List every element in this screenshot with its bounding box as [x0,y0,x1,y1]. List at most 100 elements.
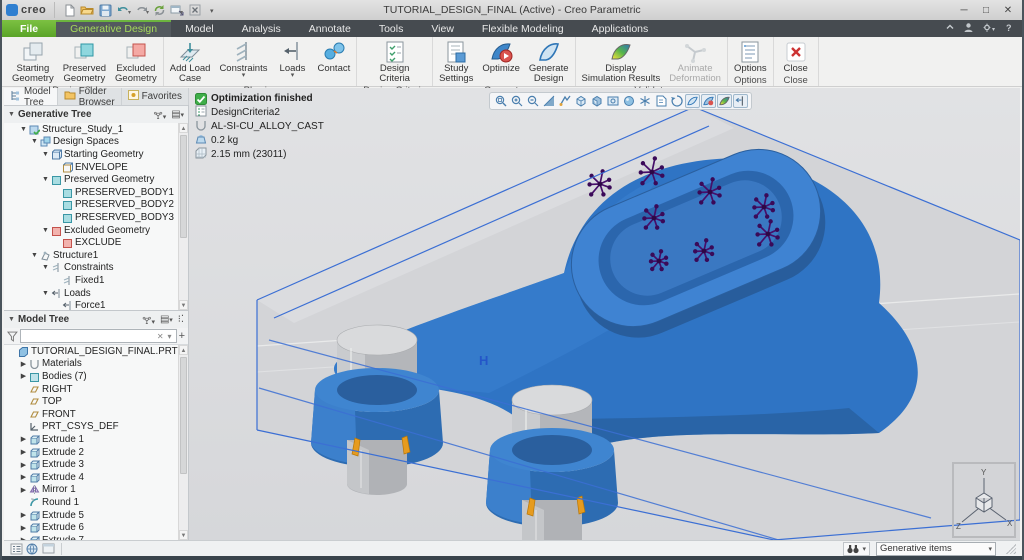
filter-funnel-icon[interactable] [7,331,18,342]
tree-expander-icon[interactable]: ▶ [19,511,28,519]
browser-icon[interactable] [24,542,40,556]
close-window-icon[interactable] [187,3,203,18]
tree-expander-icon[interactable]: ▼ [41,264,50,271]
tree-item-structure1[interactable]: ▼Structure1 [4,249,188,262]
add-load-case-button[interactable]: Add Load Case [166,38,215,84]
tab-flexible-modeling[interactable]: Flexible Modeling [468,20,578,37]
generate-design-button[interactable]: Generate Design [525,38,573,84]
tree-filters-icon[interactable]: 🝖▾ [142,309,155,330]
model-tree-scrollbar[interactable]: ▲▼ [178,345,188,540]
datum-filters-icon[interactable] [637,94,652,108]
tab-generative-design[interactable]: Generative Design [56,20,171,37]
tree-expander-icon[interactable]: ▼ [19,126,28,133]
resize-grip[interactable] [1006,544,1016,554]
graphics-area[interactable]: H Optimization finished DesignCriteria2A… [189,88,1020,540]
options-button[interactable]: Options [730,38,771,74]
tree-item-starting-geometry[interactable]: ▼Starting Geometry [4,148,188,161]
tree-item-preserved-body3[interactable]: PRESERVED_BODY3 [4,211,188,224]
tree-expander-icon[interactable]: ▼ [41,290,50,297]
appearances-icon[interactable] [621,94,636,108]
tree-columns-icon[interactable]: ⁝⁚ [178,314,184,325]
tree-expander-icon[interactable]: ▶ [19,435,28,443]
panel-tab-favorites[interactable]: Favorites [122,88,189,105]
tree-item-excluded-geometry[interactable]: ▼Excluded Geometry [4,224,188,237]
preserved-geometry-button[interactable]: Preserved Geometry [59,38,110,84]
tree-expander-icon[interactable]: ▶ [19,473,28,481]
settings-icon[interactable]: ▾ [982,22,997,36]
tree-item-extrude-2[interactable]: ▶Extrude 2 [4,446,188,459]
tree-item-preserved-geometry[interactable]: ▼Preserved Geometry [4,173,188,186]
close-button[interactable]: Close [776,38,816,74]
help-icon[interactable]: ? [1005,22,1014,36]
constraints-button[interactable]: Constraints▾ [215,38,271,78]
tree-item-mirror-1[interactable]: ▶Mirror 1 [4,484,188,497]
tree-item-exclude[interactable]: EXCLUDE [4,236,188,249]
tree-expander-icon[interactable]: ▼ [41,151,50,158]
redo-icon[interactable]: ▾ [133,3,149,18]
tree-item-structure-study-1[interactable]: ▼Structure_Study_1 [4,123,188,136]
tab-tools[interactable]: Tools [365,20,418,37]
regenerate-icon[interactable] [151,3,167,18]
excluded-geometry-button[interactable]: Excluded Geometry [111,38,161,84]
tree-item-extrude-3[interactable]: ▶Extrude 3 [4,458,188,471]
new-file-icon[interactable] [61,3,77,18]
tree-item-extrude-6[interactable]: ▶Extrude 6 [4,521,188,534]
tab-file[interactable]: File [2,20,56,37]
preview-design-icon[interactable] [685,94,700,108]
tab-analysis[interactable]: Analysis [228,20,295,37]
save-icon[interactable] [97,3,113,18]
tree-item-extrude-1[interactable]: ▶Extrude 1 [4,433,188,446]
tree-item-materials[interactable]: ▶Materials [4,358,188,371]
tree-expander-icon[interactable]: ▼ [30,138,39,145]
tree-settings-icon[interactable]: ▤▾ [171,109,184,120]
tree-item-top[interactable]: TOP [4,395,188,408]
zoom-region-icon[interactable] [493,94,508,108]
tree-item-preserved-body1[interactable]: PRESERVED_BODY1 [4,186,188,199]
loads-button[interactable]: Loads▾ [273,38,313,78]
tree-item-extrude-5[interactable]: ▶Extrude 5 [4,509,188,522]
tree-item-extrude-4[interactable]: ▶Extrude 4 [4,471,188,484]
refit-icon[interactable] [541,94,556,108]
optimize-result-icon[interactable] [701,94,716,108]
tree-item-bodies-7-[interactable]: ▶Bodies (7) [4,370,188,383]
list-view-icon[interactable] [8,542,24,556]
panel-tab-folder-browser[interactable]: Folder Browser [58,88,122,105]
search-options-caret-icon[interactable]: ▾ [166,332,174,341]
find-tool[interactable]: ▾ [843,542,870,556]
tab-view[interactable]: View [417,20,468,37]
tree-item-right[interactable]: RIGHT [4,383,188,396]
tree-item-envelope[interactable]: ENVELOPE [4,161,188,174]
annotation-display-icon[interactable] [653,94,668,108]
tree-expander-icon[interactable]: ▶ [19,524,28,532]
minimize-button[interactable]: ─ [954,3,974,18]
tree-settings-icon[interactable]: ▤▾ [160,314,173,325]
tree-item-tutorial-design-final-prt[interactable]: TUTORIAL_DESIGN_FINAL.PRT [4,345,188,358]
tab-applications[interactable]: Applications [578,20,663,37]
contact-button[interactable]: Contact [314,38,355,74]
tab-model[interactable]: Model [171,20,228,37]
tree-expander-icon[interactable]: ▶ [19,486,28,494]
tree-expander-icon[interactable]: ▶ [19,448,28,456]
user-icon[interactable] [963,22,974,36]
maximize-button[interactable]: □ [976,3,996,18]
tree-expander-icon[interactable]: ▶ [19,461,28,469]
windows-icon[interactable]: ▾ [169,3,185,18]
generative-tree-scrollbar[interactable]: ▲▼ [178,123,188,310]
tree-filters-icon[interactable]: 🝖▾ [154,104,167,125]
undo-icon[interactable]: ▾ [115,3,131,18]
clear-search-icon[interactable]: ✕ [155,332,166,341]
tab-annotate[interactable]: Annotate [295,20,365,37]
display-style-icon[interactable] [589,94,604,108]
tree-item-fixed1[interactable]: Fixed1 [4,274,188,287]
add-filter-icon[interactable]: + [179,330,185,342]
tree-item-preserved-body2[interactable]: PRESERVED_BODY2 [4,199,188,212]
tree-item-force1[interactable]: Force1 [4,299,188,311]
repaint-icon[interactable] [557,94,572,108]
panel-tab-model-tree[interactable]: Model Tree [4,88,58,105]
tree-filter-select[interactable]: Generative items▾ [876,542,996,556]
tree-item-design-spaces[interactable]: ▼Design Spaces [4,136,188,149]
tree-item-round-1[interactable]: Round 1 [4,496,188,509]
zoom-in-icon[interactable] [509,94,524,108]
capture-icon[interactable] [605,94,620,108]
tree-expander-icon[interactable]: ▼ [30,252,39,259]
